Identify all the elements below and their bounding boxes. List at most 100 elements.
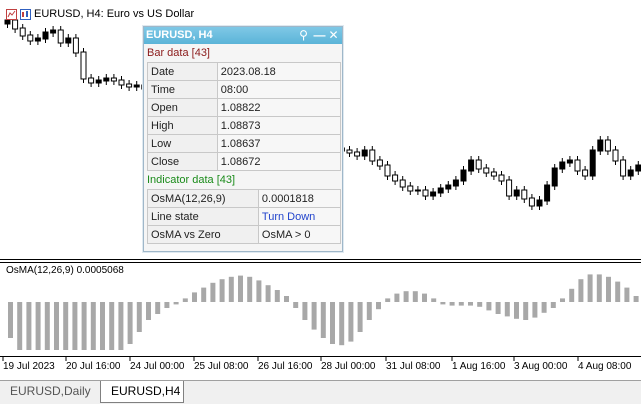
histogram-bar (210, 282, 216, 302)
candle-body (65, 37, 72, 44)
panel-title: EURUSD, H4 (146, 29, 213, 41)
candle-body (490, 171, 497, 177)
symbol-timeframe: EURUSD, H4: (34, 8, 104, 20)
line-state-value: Turn Down (257, 207, 342, 226)
table-row: OsMA vs Zero OsMA > 0 (147, 225, 342, 244)
histogram-bar (403, 291, 409, 302)
histogram-bar (495, 302, 501, 314)
histogram-bar (164, 302, 170, 308)
table-row: High 1.08873 (147, 116, 342, 135)
histogram-bar (357, 302, 363, 332)
time-axis-label: 26 Jul 16:00 (258, 361, 313, 372)
candle-body (483, 167, 490, 174)
histogram-bar (182, 298, 188, 302)
bar-data-heading: Bar data [43] (147, 47, 210, 59)
tab-eurusd-daily[interactable]: EURUSD,Daily (0, 381, 101, 402)
histogram-bar (256, 280, 262, 302)
histogram-bar (81, 302, 87, 350)
histogram-bar (376, 302, 381, 310)
candle-body (544, 184, 551, 202)
row-value: 1.08672 (216, 152, 342, 171)
histogram-bar (155, 302, 161, 314)
time-axis-label: 4 Aug 08:00 (578, 361, 632, 372)
time-axis-label: 20 Jul 16:00 (66, 361, 121, 372)
time-axis-label: 3 Aug 00:00 (514, 361, 568, 372)
candle-body (19, 27, 26, 37)
histogram-bar (514, 302, 519, 319)
row-label: Low (147, 134, 218, 153)
histogram-bar (293, 302, 299, 308)
candle-body (574, 159, 581, 172)
pin-icon[interactable]: ⚲ (297, 29, 310, 42)
candle-body (376, 159, 383, 167)
chart-tabs: EURUSD,Daily EURUSD,H4 (0, 380, 641, 404)
row-value: 2023.08.18 (216, 62, 342, 81)
histogram-bar (412, 291, 418, 302)
row-label: Line state (147, 207, 259, 226)
histogram-bar (440, 302, 446, 305)
close-icon[interactable]: ✕ (327, 29, 340, 42)
histogram-bar (54, 302, 59, 350)
candle-body (12, 19, 19, 30)
candle-body (604, 139, 611, 152)
candle-body (475, 159, 482, 170)
histogram-bar (550, 302, 556, 308)
candle-body (407, 185, 414, 192)
histogram-bar (118, 302, 124, 350)
time-axis-label: 25 Jul 08:00 (194, 361, 249, 372)
histogram-bar (385, 298, 391, 302)
row-label: High (147, 116, 218, 135)
histogram-bar (247, 276, 253, 302)
histogram-bar (339, 302, 345, 346)
candle-body (452, 179, 459, 187)
histogram-bar (541, 302, 547, 313)
histogram-bar (201, 287, 207, 302)
candle-body (551, 167, 558, 187)
candle-body (57, 29, 64, 44)
histogram-bar (302, 302, 308, 320)
osma-histogram (8, 274, 639, 350)
histogram-bar (109, 302, 115, 350)
histogram-bar (26, 302, 32, 350)
candle-body (612, 149, 619, 162)
candle-body (110, 77, 117, 82)
candle-body (42, 31, 49, 40)
histogram-bar (587, 274, 593, 302)
row-value: 1.08873 (216, 116, 342, 135)
histogram-bar (44, 302, 50, 350)
candle-body (133, 84, 140, 88)
table-row: OsMA(12,26,9) 0.0001818 (147, 189, 342, 208)
histogram-bar (486, 302, 492, 311)
candles-icon[interactable] (20, 8, 31, 20)
table-row: Line state Turn Down (147, 207, 342, 226)
time-axis-label: 1 Aug 16:00 (452, 361, 506, 372)
histogram-bar (127, 302, 133, 344)
chart-header: EURUSD, H4: Euro vs US Dollar (6, 7, 194, 21)
candle-body (126, 83, 133, 88)
panel-titlebar[interactable]: EURUSD, H4 ⚲ — ✕ (144, 27, 342, 44)
minimize-icon[interactable]: — (313, 29, 326, 42)
chart-type-icon[interactable] (6, 8, 17, 20)
data-window-panel[interactable]: EURUSD, H4 ⚲ — ✕ Bar data [43] Date 2023.… (143, 26, 343, 252)
row-label: Open (147, 98, 218, 117)
candle-body (118, 79, 125, 86)
histogram-bar (35, 302, 41, 350)
tab-eurusd-h4[interactable]: EURUSD,H4 (100, 381, 184, 403)
candle-body (399, 179, 406, 188)
histogram-bar (578, 279, 584, 302)
histogram-bar (8, 302, 13, 338)
candle-body (34, 37, 41, 42)
candle-body (95, 79, 102, 84)
candle-body (430, 191, 437, 197)
candle-body (468, 159, 475, 172)
candle-body (627, 169, 634, 177)
candle-body (72, 37, 79, 54)
indicator-data-heading: Indicator data [43] (147, 174, 236, 186)
histogram-bar (228, 276, 234, 302)
time-axis-label: 31 Jul 08:00 (386, 361, 441, 372)
histogram-bar (284, 296, 289, 302)
candle-body (354, 151, 361, 157)
histogram-bar (17, 302, 23, 350)
histogram-bar (366, 302, 372, 320)
candle-body (369, 149, 376, 162)
